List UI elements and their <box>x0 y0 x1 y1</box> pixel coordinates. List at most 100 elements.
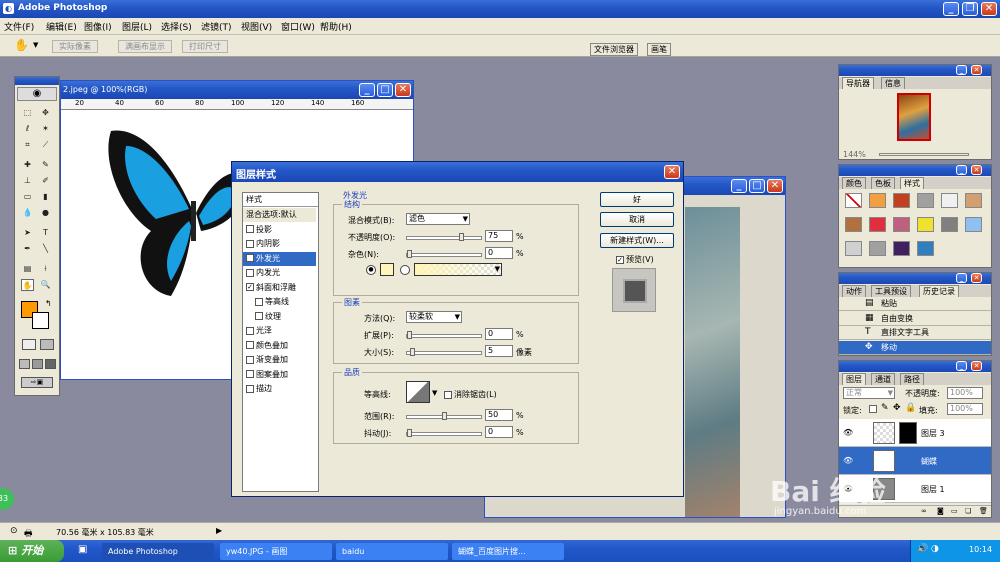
navigator-zoom-slider[interactable] <box>879 153 969 156</box>
menu-help[interactable]: 帮助(H) <box>320 20 352 33</box>
checkbox-icon[interactable] <box>246 239 254 248</box>
close-button[interactable]: ✕ <box>981 2 997 16</box>
tab-tool-presets[interactable]: 工具预设 <box>871 285 911 297</box>
marquee-tool-icon[interactable]: ⬚ <box>21 107 34 119</box>
tab-color[interactable]: 颜色 <box>842 177 866 189</box>
glow-color-swatch[interactable] <box>380 263 394 276</box>
slice-tool-icon[interactable]: ⟋ <box>39 139 52 151</box>
gradient-tool-icon[interactable]: ▮ <box>39 191 52 203</box>
jitter-slider[interactable] <box>406 429 482 437</box>
add-mask-icon[interactable]: ◙ <box>937 507 944 515</box>
menu-view[interactable]: 视图(V) <box>241 20 272 33</box>
path-selection-tool-icon[interactable]: ➤ <box>21 227 34 239</box>
tray-volume-icon[interactable]: 🔊 <box>917 544 928 554</box>
style-list-item[interactable]: 内阴影 <box>243 237 316 251</box>
checkbox-checked-icon[interactable]: ✓ <box>246 283 254 291</box>
dodge-tool-icon[interactable]: ● <box>39 207 52 219</box>
range-input[interactable]: 50 <box>485 409 513 421</box>
layer-blend-mode-select[interactable]: 正常 ▼ <box>843 387 895 399</box>
style-list-item[interactable]: ✓ 斜面和浮雕 <box>243 281 316 295</box>
task-browser[interactable]: 蝴蝶_百度图片搜... <box>452 543 564 560</box>
style-list-item[interactable]: ✓ 外发光 <box>243 251 316 266</box>
lock-transparency-icon[interactable] <box>869 405 877 413</box>
styles-minimize-button[interactable]: _ <box>956 165 967 175</box>
history-brush-tool-icon[interactable]: ✐ <box>39 175 52 187</box>
method-select[interactable]: 较柔软 ▼ <box>406 311 462 323</box>
hand-tool-button-icon[interactable]: ✋ <box>21 279 34 291</box>
style-list-item[interactable]: 光泽 <box>243 324 316 338</box>
notes-tool-icon[interactable]: ▤ <box>21 263 34 275</box>
doc-close-button[interactable]: ✕ <box>395 83 411 97</box>
checkbox-icon[interactable] <box>246 268 254 277</box>
quick-mask-mode-icon[interactable] <box>40 339 54 350</box>
clone-stamp-tool-icon[interactable]: ⊥ <box>21 175 34 187</box>
style-list-item[interactable]: 内发光 <box>243 266 316 280</box>
history-item[interactable]: ▤ 粘贴 <box>839 297 991 311</box>
style-preset-swatch[interactable] <box>893 217 910 232</box>
lock-position-icon[interactable]: ✥ <box>893 403 901 413</box>
layers-minimize-button[interactable]: _ <box>956 361 967 371</box>
contour-dropdown-icon[interactable]: ▼ <box>432 389 437 397</box>
show-desktop-icon[interactable]: ▣ <box>78 544 87 555</box>
lock-image-icon[interactable]: ✎ <box>881 403 889 413</box>
type-tool-icon[interactable]: T <box>39 227 52 239</box>
ok-button[interactable]: 好 <box>600 192 674 207</box>
healing-brush-tool-icon[interactable]: ✚ <box>21 159 34 171</box>
layer-opacity-input[interactable]: 100% <box>947 387 983 399</box>
opacity-slider-knob[interactable] <box>458 233 464 241</box>
doc-maximize-button[interactable]: □ <box>377 83 393 97</box>
fit-screen-button[interactable]: 满画布显示 <box>118 40 172 53</box>
noise-slider[interactable] <box>406 250 482 258</box>
jitter-input[interactable]: 0 <box>485 426 513 438</box>
pen-tool-icon[interactable]: ✒ <box>21 243 34 255</box>
doc2-maximize-button[interactable]: □ <box>749 179 765 193</box>
dialog-close-button[interactable]: ✕ <box>664 165 680 179</box>
menu-image[interactable]: 图像(I) <box>84 20 112 33</box>
history-close-button[interactable]: ✕ <box>971 273 982 283</box>
menu-window[interactable]: 窗口(W) <box>281 20 315 33</box>
opacity-slider[interactable] <box>406 233 482 241</box>
menu-filter[interactable]: 滤镜(T) <box>201 20 232 33</box>
tab-actions[interactable]: 动作 <box>842 285 866 297</box>
preview-checkbox[interactable]: ✓ 预览(V) <box>616 254 654 265</box>
move-tool-icon[interactable]: ✥ <box>39 107 52 119</box>
tab-history[interactable]: 历史记录 <box>919 285 959 297</box>
blend-mode-select[interactable]: 滤色 ▼ <box>406 213 470 225</box>
hand-tool-icon[interactable]: ✋ <box>14 38 29 52</box>
status-menu-arrow-icon[interactable]: ▶ <box>216 526 222 535</box>
range-slider[interactable] <box>406 412 482 420</box>
start-button[interactable]: ⊞ 开始 <box>0 540 64 562</box>
layer-visibility-eye-icon[interactable]: 👁 <box>843 428 853 437</box>
cancel-button[interactable]: 取消 <box>600 212 674 227</box>
crop-tool-icon[interactable]: ⌗ <box>21 139 34 151</box>
layer-row[interactable]: 👁 图层 1 <box>839 475 991 503</box>
navigator-close-button[interactable]: ✕ <box>971 65 982 75</box>
checkbox-icon[interactable] <box>246 370 254 378</box>
file-browser-tab[interactable]: 文件浏览器 <box>590 43 638 56</box>
lock-all-icon[interactable]: 🔒 <box>905 403 916 413</box>
screen-mode-full-menu-icon[interactable] <box>32 359 43 369</box>
style-preset-swatch[interactable] <box>893 241 910 256</box>
size-input[interactable]: 5 <box>485 345 513 357</box>
noise-input[interactable]: 0 <box>485 247 513 259</box>
status-info-icon[interactable]: ⊙ <box>10 526 18 536</box>
doc2-minimize-button[interactable]: _ <box>731 179 747 193</box>
layer-row[interactable]: 👁 图层 3 <box>839 419 991 447</box>
line-tool-icon[interactable]: ╲ <box>39 243 52 255</box>
navigator-minimize-button[interactable]: _ <box>956 65 967 75</box>
doc-minimize-button[interactable]: _ <box>359 83 375 97</box>
brushes-tab[interactable]: 画笔 <box>647 43 671 56</box>
minimize-button[interactable]: _ <box>943 2 959 16</box>
style-preset-swatch[interactable] <box>845 217 862 232</box>
checkbox-icon[interactable] <box>246 326 254 335</box>
styles-close-button[interactable]: ✕ <box>971 165 982 175</box>
history-item[interactable]: ✥ 移动 <box>839 340 991 355</box>
new-layer-icon[interactable]: ❏ <box>965 507 971 515</box>
spread-input[interactable]: 0 <box>485 328 513 340</box>
style-preset-swatch[interactable] <box>869 217 886 232</box>
gradient-radio[interactable] <box>400 265 410 275</box>
style-list-item[interactable]: 颜色叠加 <box>243 339 316 353</box>
layer-row[interactable]: 👁 蝴蝶 <box>839 447 991 475</box>
style-list-item[interactable]: 渐变叠加 <box>243 353 316 367</box>
style-list-item[interactable]: 混合选项:默认 <box>243 208 316 222</box>
